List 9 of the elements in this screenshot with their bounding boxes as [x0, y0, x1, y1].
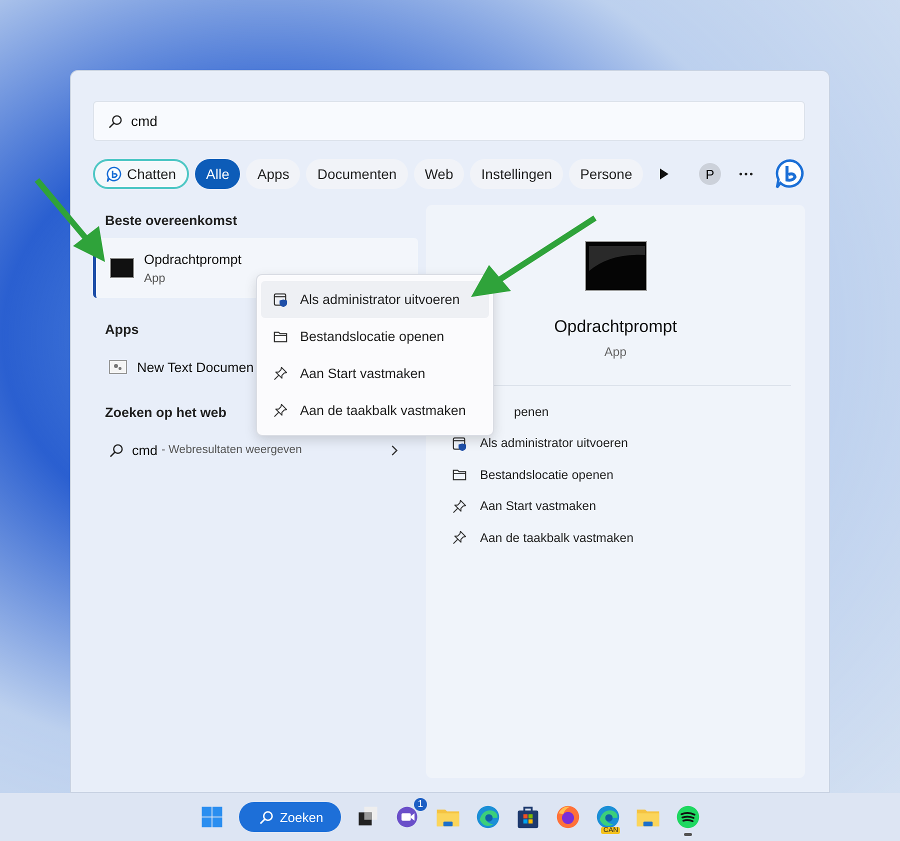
result-subtitle: App: [144, 270, 166, 284]
section-heading: Apps: [105, 322, 139, 337]
result-title: Opdrachtprompt: [144, 252, 242, 266]
app-type: App: [604, 345, 627, 359]
app-title: Opdrachtprompt: [554, 317, 677, 337]
notification-badge: 1: [414, 798, 428, 811]
search-query: cmd: [131, 113, 158, 129]
section-heading: Zoeken op het web: [105, 405, 227, 420]
section-heading: Beste overeenkomst: [105, 213, 238, 228]
